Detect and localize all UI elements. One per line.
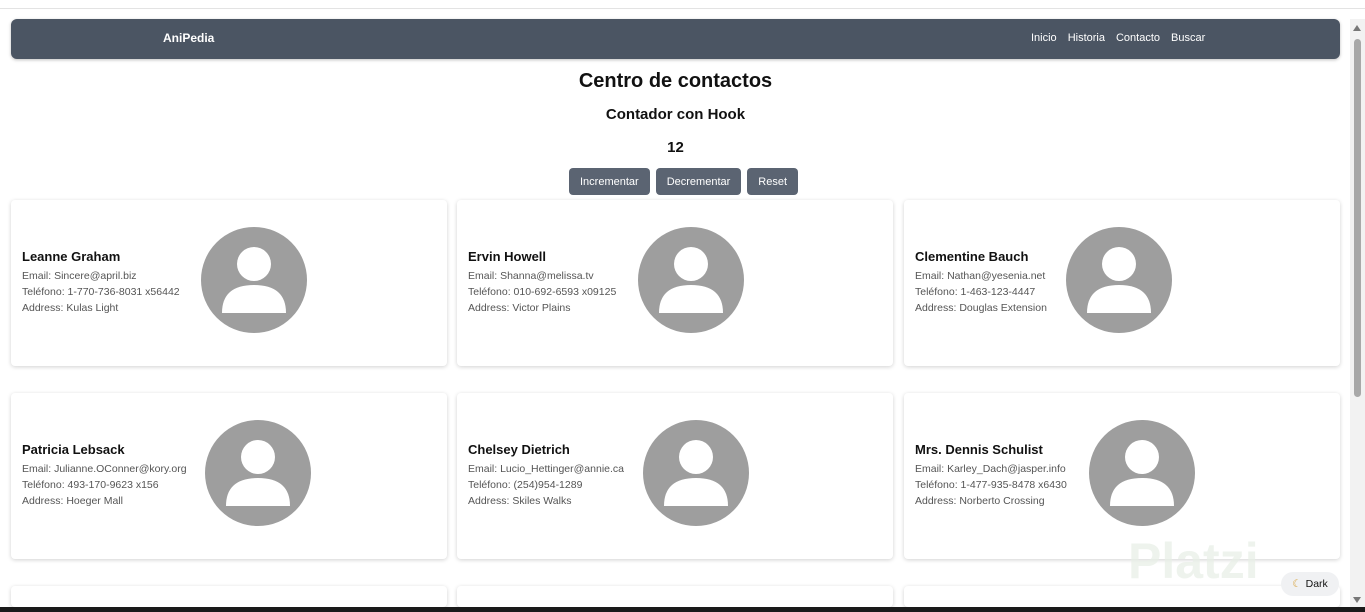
contact-card: Ervin Howell Email: Shanna@melissa.tv Te… [457,200,893,366]
contact-email: Email: Sincere@april.biz [22,270,137,282]
contact-phone: Teléfono: (254)954-1289 [468,479,583,491]
contact-address: Address: Kulas Light [22,302,119,314]
scroll-up-arrow-icon[interactable] [1353,25,1361,31]
contact-phone: Teléfono: 1-770-736-8031 x56442 [22,286,180,298]
contact-phone: Teléfono: 493-170-9623 x156 [22,479,159,491]
contact-address: Address: Skiles Walks [468,495,572,507]
contact-name: Ervin Howell [468,249,547,264]
contact-phone: Teléfono: 010-692-6593 x09125 [468,286,617,298]
nav-link-inicio[interactable]: Inicio [1031,32,1057,44]
contact-card [11,586,447,607]
platzi-watermark: Platzi [1128,533,1259,589]
contact-address: Address: Douglas Extension [915,302,1047,314]
counter-controls: Incrementar Decrementar Reset [569,168,799,195]
nav-link-contacto[interactable]: Contacto [1116,32,1160,44]
contact-card: Mrs. Dennis Schulist Email: Karley_Dach@… [904,393,1340,559]
contact-email: Email: Shanna@melissa.tv [468,270,594,282]
scrollbar-thumb[interactable] [1354,39,1361,397]
contact-card [904,586,1340,607]
contact-address: Address: Norberto Crossing [915,495,1045,507]
contact-phone: Teléfono: 1-463-123-4447 [915,286,1036,298]
contact-email: Email: Nathan@yesenia.net [915,270,1046,282]
contact-name: Chelsey Dietrich [468,442,570,457]
contact-card: Chelsey Dietrich Email: Lucio_Hettinger@… [457,393,893,559]
contact-phone: Teléfono: 1-477-935-8478 x6430 [915,479,1067,491]
avatar-icon [638,227,744,333]
page-scrollbar[interactable] [1350,19,1365,607]
contact-name: Mrs. Dennis Schulist [915,442,1043,457]
dark-mode-label: Dark [1305,578,1328,590]
moon-icon: ☾ [1292,578,1302,590]
reset-button[interactable]: Reset [747,168,799,195]
nav-link-buscar[interactable]: Buscar [1171,32,1205,44]
contact-card [457,586,893,607]
contact-name: Leanne Graham [22,249,121,264]
brand-logo[interactable]: AniPedia [163,31,214,45]
browser-top-edge [0,0,1365,9]
contact-name: Clementine Bauch [915,249,1029,264]
contact-name: Patricia Lebsack [22,442,125,457]
contact-email: Email: Karley_Dach@jasper.info [915,463,1066,475]
contact-card: Patricia Lebsack Email: Julianne.OConner… [11,393,447,559]
scroll-down-arrow-icon[interactable] [1353,597,1361,603]
nav-link-historia[interactable]: Historia [1068,32,1105,44]
navbar: AniPedia Inicio Historia Contacto Buscar [11,19,1340,59]
contact-email: Email: Julianne.OConner@kory.org [22,463,187,475]
avatar-icon [205,420,311,526]
contact-address: Address: Hoeger Mall [22,495,123,507]
avatar-icon [201,227,307,333]
avatar-icon [1066,227,1172,333]
decrement-button[interactable]: Decrementar [655,168,742,195]
avatar-icon [1089,420,1195,526]
contact-email: Email: Lucio_Hettinger@annie.ca [468,463,624,475]
dark-mode-toggle[interactable]: ☾ Dark [1281,572,1339,596]
contact-card: Leanne Graham Email: Sincere@april.biz T… [11,200,447,366]
taskbar-edge [0,607,1365,612]
counter-title: Contador con Hook [605,106,746,123]
page-title: Centro de contactos [578,70,773,92]
contact-address: Address: Victor Plains [468,302,571,314]
counter-value: 12 [667,139,684,156]
avatar-icon [643,420,749,526]
increment-button[interactable]: Incrementar [569,168,650,195]
contact-card: Clementine Bauch Email: Nathan@yesenia.n… [904,200,1340,366]
nav-links: Inicio Historia Contacto Buscar [1031,32,1205,44]
